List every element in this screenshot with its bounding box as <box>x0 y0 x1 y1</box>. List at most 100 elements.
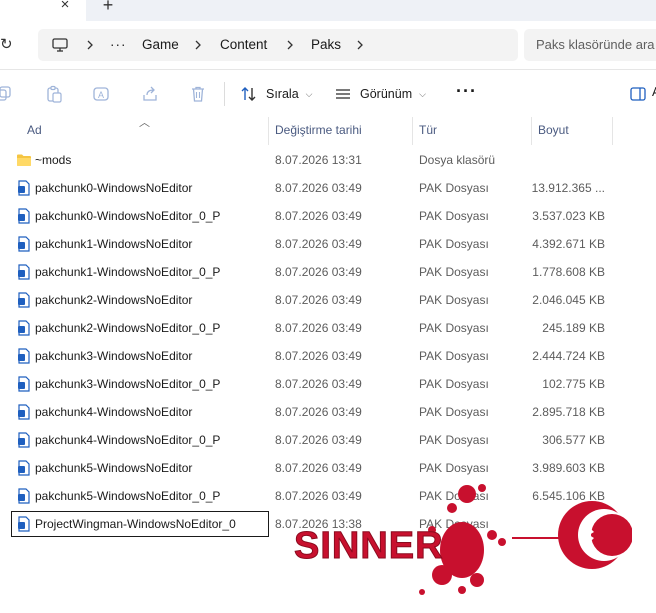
more-options-icon[interactable]: ··· <box>456 82 476 106</box>
toolbar-separator <box>224 82 225 106</box>
file-size: 13.912.365 ... <box>531 181 605 195</box>
search-box[interactable]: Paks klasöründe ara <box>524 29 656 61</box>
file-name: pakchunk3-WindowsNoEditor_0_P <box>35 377 221 391</box>
file-date: 8.07.2026 03:49 <box>275 321 362 335</box>
column-name[interactable]: Ad <box>21 117 268 145</box>
column-size[interactable]: Boyut <box>532 117 612 145</box>
file-row[interactable]: pakchunk1-WindowsNoEditor_0_P 8.07.2026 … <box>0 258 656 286</box>
file-size: 3.989.603 KB <box>532 461 605 475</box>
file-icon <box>18 460 30 476</box>
file-icon <box>18 348 30 364</box>
file-date: 8.07.2026 03:49 <box>275 265 362 279</box>
svg-text:A: A <box>98 90 104 100</box>
file-type: PAK Dosyası <box>419 433 489 447</box>
active-tab[interactable]: × <box>0 0 86 21</box>
file-row[interactable]: pakchunk0-WindowsNoEditor 8.07.2026 03:4… <box>0 174 656 202</box>
breadcrumb-content[interactable]: Content <box>220 36 267 54</box>
column-header: ︿ Ad Değiştirme tarihi Tür Boyut <box>0 117 656 145</box>
chevron-down-icon: ⌵ <box>305 88 313 99</box>
file-row[interactable]: pakchunk5-WindowsNoEditor 8.07.2026 03:4… <box>0 454 656 482</box>
folder-icon <box>17 154 31 166</box>
file-row[interactable]: pakchunk2-WindowsNoEditor 8.07.2026 03:4… <box>0 286 656 314</box>
file-name: ~mods <box>35 153 72 167</box>
chevron-right-icon <box>195 40 201 50</box>
file-date: 8.07.2026 03:49 <box>275 377 362 391</box>
file-row[interactable]: pakchunk3-WindowsNoEditor_0_P 8.07.2026 … <box>0 370 656 398</box>
file-icon <box>18 180 30 196</box>
file-icon <box>18 264 30 280</box>
file-size: 3.537.023 KB <box>532 209 605 223</box>
column-date[interactable]: Değiştirme tarihi <box>269 117 412 145</box>
file-name: pakchunk4-WindowsNoEditor <box>35 405 193 419</box>
file-icon <box>18 376 30 392</box>
file-name: pakchunk4-WindowsNoEditor_0_P <box>35 433 221 447</box>
file-date: 8.07.2026 03:49 <box>275 433 362 447</box>
column-divider[interactable] <box>612 117 613 145</box>
breadcrumb-game[interactable]: Game <box>142 36 179 54</box>
details-label[interactable]: A <box>652 85 656 99</box>
rename-icon[interactable]: A <box>92 85 110 103</box>
file-name: ProjectWingman-WindowsNoEditor_0 <box>11 511 269 537</box>
column-type[interactable]: Tür <box>413 117 531 145</box>
file-icon <box>18 432 30 448</box>
chevron-right-icon[interactable] <box>356 37 364 53</box>
paste-icon[interactable] <box>45 85 63 103</box>
file-icon <box>18 292 30 308</box>
new-tab-icon[interactable]: + <box>100 0 116 14</box>
file-size: 1.778.608 KB <box>532 265 605 279</box>
file-type: PAK Dosyası <box>419 265 489 279</box>
copy-icon[interactable] <box>0 85 12 103</box>
chevron-down-icon: ⌵ <box>419 88 426 99</box>
file-row[interactable]: pakchunk1-WindowsNoEditor 8.07.2026 03:4… <box>0 230 656 258</box>
file-date: 8.07.2026 03:49 <box>275 237 362 251</box>
file-row[interactable]: pakchunk0-WindowsNoEditor_0_P 8.07.2026 … <box>0 202 656 230</box>
chevron-right-icon <box>287 40 293 50</box>
file-name: pakchunk0-WindowsNoEditor <box>35 181 193 195</box>
view-button[interactable]: Görünüm ⌵ <box>334 82 426 106</box>
watermark-text: SINNER <box>294 525 444 567</box>
command-bar: A Sırala ⌵ Görünüm ⌵ ··· A <box>0 71 656 117</box>
file-type: PAK Dosyası <box>419 321 489 335</box>
sinner-watermark: SINNER <box>294 484 632 595</box>
file-size: 2.444.724 KB <box>532 349 605 363</box>
file-row[interactable]: pakchunk4-WindowsNoEditor_0_P 8.07.2026 … <box>0 426 656 454</box>
this-pc-icon[interactable] <box>52 38 68 52</box>
file-type: PAK Dosyası <box>419 377 489 391</box>
refresh-icon[interactable]: ↻ <box>0 35 16 55</box>
chevron-right-icon <box>87 40 93 50</box>
view-label: Görünüm <box>360 87 413 101</box>
file-name: pakchunk0-WindowsNoEditor_0_P <box>35 209 221 223</box>
file-date: 8.07.2026 03:49 <box>275 349 362 363</box>
folder-row[interactable]: ~mods 8.07.2026 13:31 Dosya klasörü <box>0 146 656 174</box>
file-name: pakchunk1-WindowsNoEditor_0_P <box>35 265 221 279</box>
file-row[interactable]: pakchunk2-WindowsNoEditor_0_P 8.07.2026 … <box>0 314 656 342</box>
delete-icon[interactable] <box>189 85 207 103</box>
view-icon <box>336 89 350 99</box>
file-row[interactable]: pakchunk4-WindowsNoEditor 8.07.2026 03:4… <box>0 398 656 426</box>
share-icon[interactable] <box>141 85 159 103</box>
file-icon <box>18 516 30 532</box>
address-row: ↻ ··· Game Content Paks Paks klasöründe … <box>0 21 656 70</box>
file-date: 8.07.2026 03:49 <box>275 293 362 307</box>
details-pane-icon[interactable] <box>630 86 646 102</box>
file-name: pakchunk2-WindowsNoEditor_0_P <box>35 321 221 335</box>
file-type: Dosya klasörü <box>419 153 496 167</box>
breadcrumb-paks[interactable]: Paks <box>311 36 341 54</box>
file-type: PAK Dosyası <box>419 181 489 195</box>
file-name: pakchunk2-WindowsNoEditor <box>35 293 193 307</box>
sort-button[interactable]: Sırala ⌵ <box>240 82 312 106</box>
file-size: 245.189 KB <box>542 321 605 335</box>
address-bar[interactable]: ··· Game Content Paks <box>38 29 518 61</box>
file-size: 306.577 KB <box>542 433 605 447</box>
file-type: PAK Dosyası <box>419 405 489 419</box>
breadcrumb-overflow[interactable]: ··· <box>110 36 127 54</box>
search-placeholder[interactable]: Paks klasöründe ara <box>536 36 655 54</box>
file-type: PAK Dosyası <box>419 293 489 307</box>
file-size: 4.392.671 KB <box>532 237 605 251</box>
file-row[interactable]: pakchunk3-WindowsNoEditor 8.07.2026 03:4… <box>0 342 656 370</box>
tab-close-icon[interactable]: × <box>56 0 74 14</box>
file-type: PAK Dosyası <box>419 349 489 363</box>
file-name: pakchunk5-WindowsNoEditor <box>35 461 193 475</box>
file-size: 2.895.718 KB <box>532 405 605 419</box>
file-date: 8.07.2026 03:49 <box>275 461 362 475</box>
